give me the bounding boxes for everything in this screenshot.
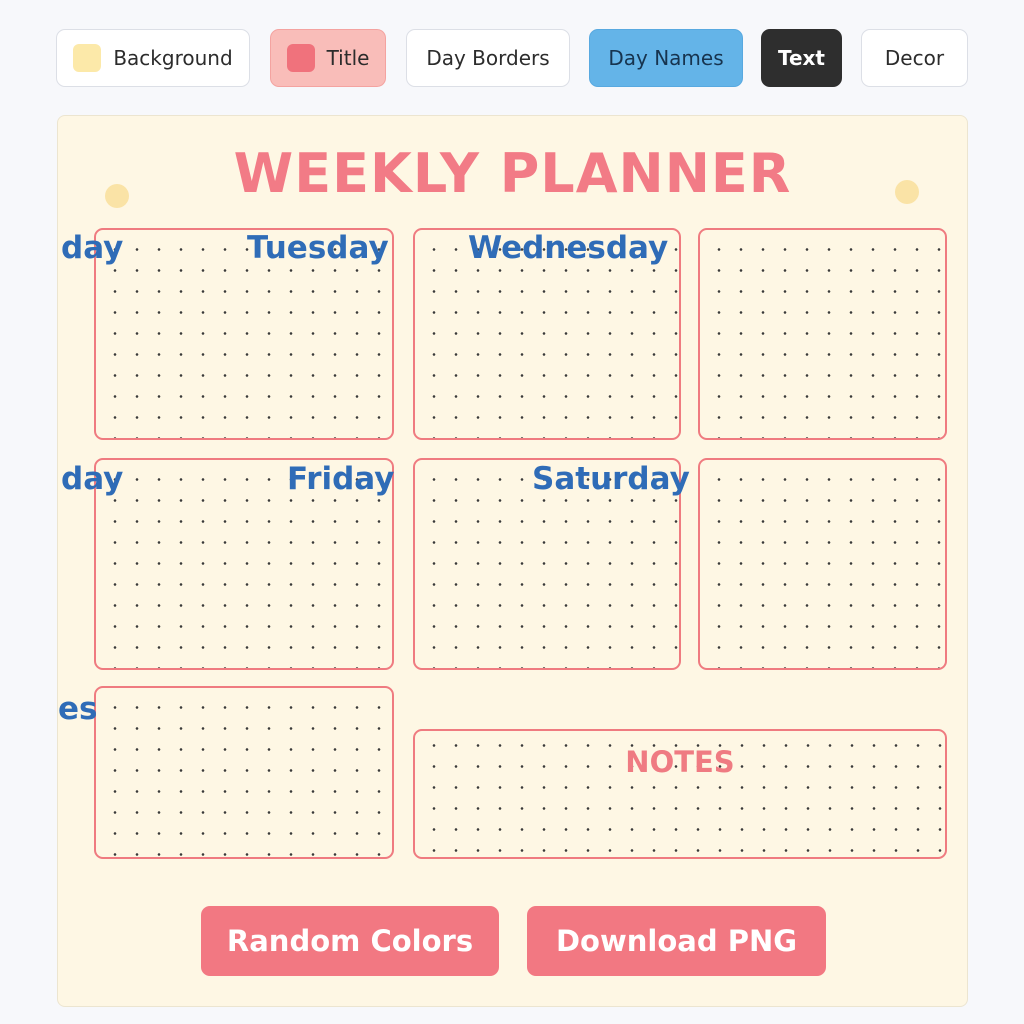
- day-name-friday: Friday: [287, 461, 395, 497]
- title-color-chip[interactable]: Title: [270, 29, 386, 87]
- title-swatch: [286, 44, 315, 72]
- day-name-cut: day: [61, 461, 124, 497]
- decor-color-chip[interactable]: Decor: [861, 29, 968, 87]
- day-name-cut: day: [61, 230, 124, 266]
- day-box-sunday: [698, 458, 947, 670]
- decor-circle: [895, 180, 919, 204]
- planner-title: WEEKLY PLANNER: [233, 142, 792, 205]
- day-name-tuesday: Tuesday: [247, 230, 389, 266]
- day-name-saturday: Saturday: [532, 461, 690, 497]
- text-color-chip[interactable]: Text: [761, 29, 842, 87]
- chip-label: Day Borders: [426, 46, 550, 70]
- day-borders-color-chip[interactable]: Day Borders: [406, 29, 570, 87]
- day-box-extra: [94, 686, 394, 859]
- chip-label: Background: [113, 46, 233, 70]
- background-color-chip[interactable]: Background: [56, 29, 250, 87]
- notes-box: NOTES: [413, 729, 947, 859]
- background-swatch: [73, 44, 102, 72]
- random-colors-button[interactable]: Random Colors: [201, 906, 499, 976]
- chip-label: Text: [777, 46, 825, 70]
- day-name-cut: es: [58, 691, 98, 727]
- color-toolbar: Background Title Day Borders Day Names T…: [56, 29, 968, 87]
- planner-canvas: WEEKLY PLANNER NOTES day Tuesday Wednesd…: [57, 115, 968, 1007]
- download-png-button[interactable]: Download PNG: [527, 906, 826, 976]
- day-name-wednesday: Wednesday: [468, 230, 669, 266]
- chip-label: Decor: [884, 46, 945, 70]
- notes-label: NOTES: [625, 745, 735, 779]
- day-box-thursday: [698, 228, 947, 440]
- decor-circle: [105, 184, 129, 208]
- chip-label: Title: [326, 46, 370, 70]
- day-names-color-chip[interactable]: Day Names: [589, 29, 743, 87]
- chip-label: Day Names: [608, 46, 724, 70]
